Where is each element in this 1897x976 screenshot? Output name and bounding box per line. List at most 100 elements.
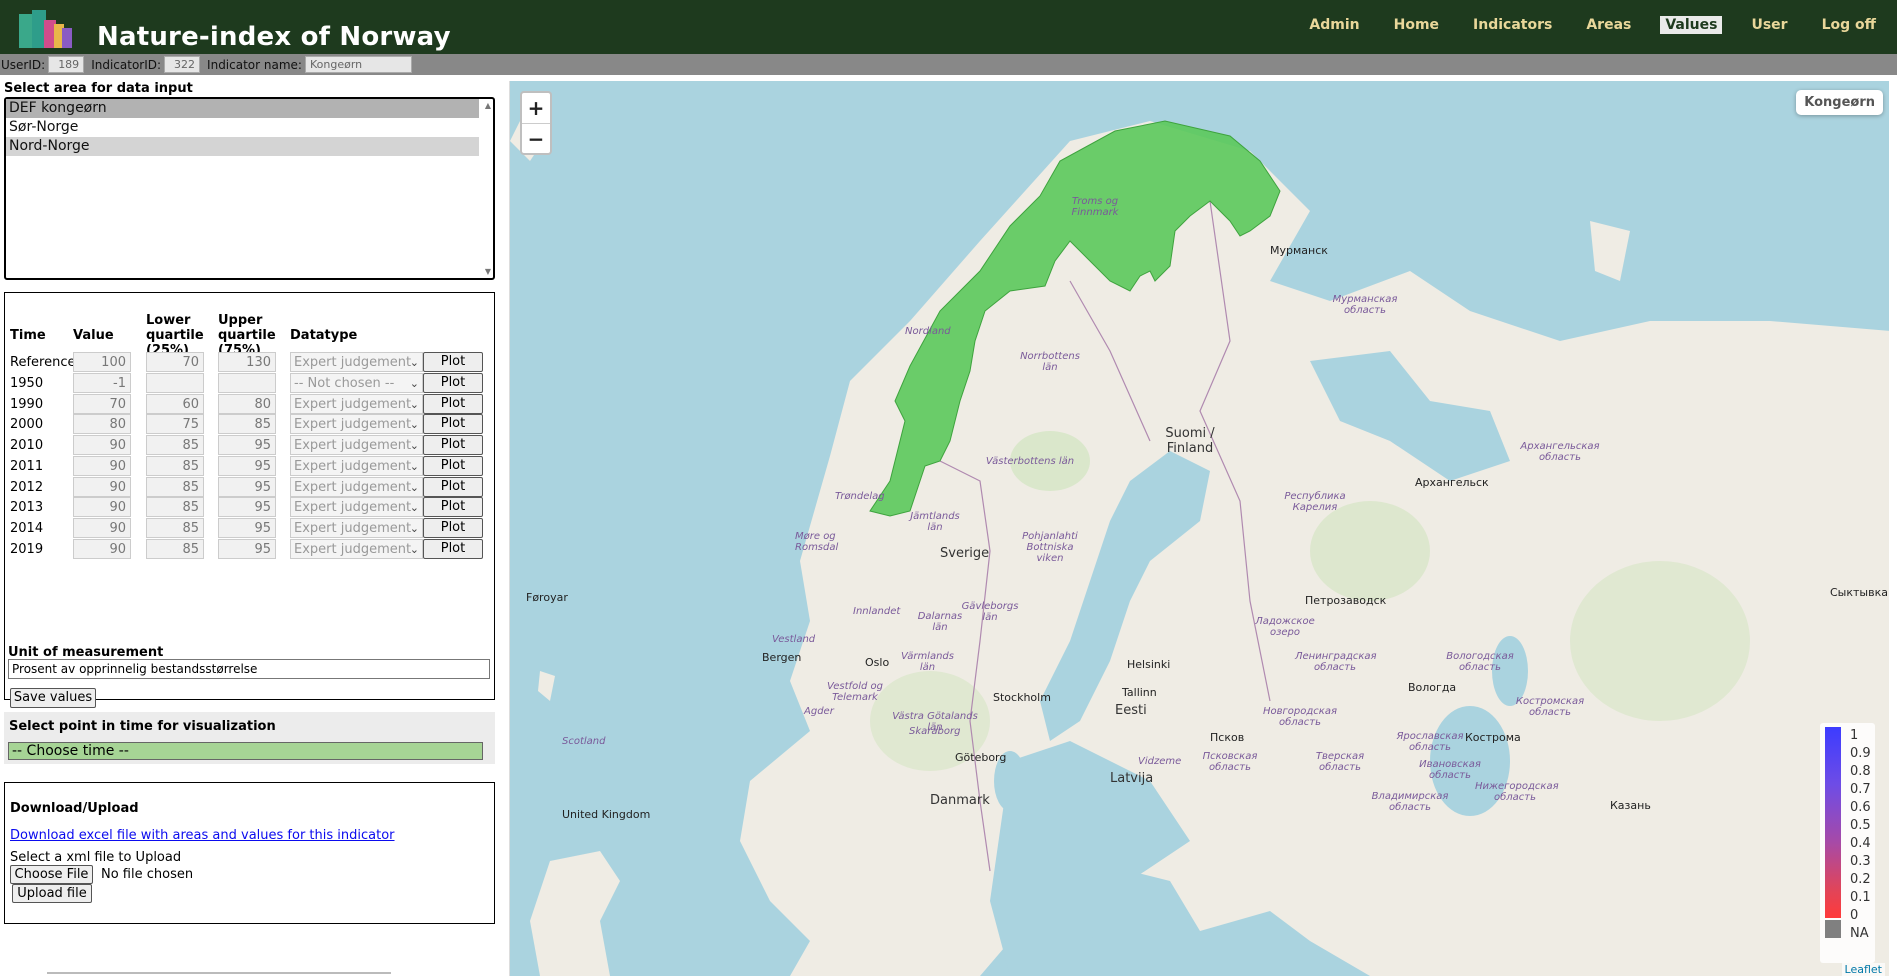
upper-quartile-input[interactable]: 95 [218,456,276,476]
map-label: Ивановская область [1419,759,1481,781]
datatype-select[interactable]: Expert judgement ⌄ [290,497,423,517]
map-label: Tallinn [1122,686,1157,699]
value-input[interactable]: 100 [73,352,131,372]
area-option[interactable]: Sør-Norge [6,118,479,137]
scroll-up-icon[interactable]: ▲ [485,101,491,110]
plot-button[interactable]: Plot [423,352,483,372]
lower-quartile-input[interactable]: 85 [146,477,204,497]
map-label: Мурманская область [1332,294,1398,316]
datatype-select[interactable]: -- Not chosen -- ⌄ [290,373,423,393]
lower-quartile-input[interactable]: 85 [146,435,204,455]
upload-file-button[interactable]: Upload file [12,884,92,903]
upper-quartile-input[interactable]: 95 [218,497,276,517]
nav-home[interactable]: Home [1389,16,1444,34]
lower-quartile-input[interactable]: 70 [146,352,204,372]
table-row: 2019 90 85 95 Expert judgement ⌄ Plot [5,539,494,560]
value-input[interactable]: 70 [73,394,131,414]
plot-button[interactable]: Plot [423,414,483,434]
value-input[interactable]: 90 [73,435,131,455]
datatype-select[interactable]: Expert judgement ⌄ [290,456,423,476]
area-listbox[interactable]: DEF kongeørn Sør-Norge Nord-Norge ▲ ▼ [4,97,495,280]
value-input[interactable]: 90 [73,477,131,497]
upper-quartile-input[interactable]: 95 [218,539,276,559]
plot-button[interactable]: Plot [423,539,483,559]
datatype-select[interactable]: Expert judgement ⌄ [290,435,423,455]
visualization-title: Select point in time for visualization [9,719,276,734]
lower-quartile-input[interactable]: 75 [146,414,204,434]
lower-quartile-input[interactable]: 85 [146,456,204,476]
upper-quartile-input[interactable]: 130 [218,352,276,372]
plot-button[interactable]: Plot [423,435,483,455]
lower-quartile-input[interactable]: 85 [146,518,204,538]
legend-label: 0.5 [1850,818,1871,833]
datatype-value: Expert judgement [294,397,412,412]
map-label: Псков [1210,731,1245,744]
datatype-select[interactable]: Expert judgement ⌄ [290,518,423,538]
lower-quartile-input[interactable]: 85 [146,539,204,559]
value-input[interactable]: 90 [73,456,131,476]
datatype-select[interactable]: Expert judgement ⌄ [290,414,423,434]
unit-input[interactable]: Prosent av opprinnelig bestandsstørrelse [8,659,490,679]
lower-quartile-input[interactable] [146,373,204,393]
nav-admin[interactable]: Admin [1304,16,1364,34]
value-input[interactable]: 90 [73,518,131,538]
datatype-select[interactable]: Expert judgement ⌄ [290,477,423,497]
value-input[interactable]: 90 [73,539,131,559]
lower-quartile-input[interactable]: 85 [146,497,204,517]
legend-label: 0.2 [1850,872,1871,887]
leaflet-attribution-link[interactable]: Leaflet [1841,963,1885,976]
map-label: Vestland [772,634,816,645]
plot-button[interactable]: Plot [423,456,483,476]
table-row: 2012 90 85 95 Expert judgement ⌄ Plot [5,477,494,498]
chevron-down-icon: ⌄ [409,439,419,452]
zoom-out-button[interactable]: − [522,123,550,153]
map-label: Псковская область [1202,751,1258,773]
value-input[interactable]: 80 [73,414,131,434]
zoom-in-button[interactable]: + [522,93,550,123]
nav-values[interactable]: Values [1660,16,1723,34]
choose-file-button[interactable]: Choose File [10,865,93,884]
island [1590,221,1630,281]
map[interactable]: + − Kongeørn Troms og Finnmark Nordland … [509,81,1889,976]
plot-button[interactable]: Plot [423,394,483,414]
save-values-button[interactable]: Save values [10,688,96,708]
datatype-select[interactable]: Expert judgement ⌄ [290,394,423,414]
map-label: Göteborg [955,751,1007,764]
upper-quartile-input[interactable]: 95 [218,435,276,455]
lower-quartile-input[interactable]: 60 [146,394,204,414]
upper-quartile-input[interactable]: 95 [218,477,276,497]
chevron-down-icon: ⌄ [409,377,419,390]
map-label: Казань [1610,799,1651,812]
indicator-id-field: 322 [164,56,201,73]
scroll-down-icon[interactable]: ▼ [485,267,491,276]
area-option[interactable]: Nord-Norge [6,137,479,156]
nav-user[interactable]: User [1746,16,1792,34]
datatype-select[interactable]: Expert judgement ⌄ [290,352,423,372]
map-tiles [510,120,1889,976]
plot-button[interactable]: Plot [423,497,483,517]
time-select[interactable]: -- Choose time -- [8,742,483,760]
nav-logoff[interactable]: Log off [1817,16,1881,34]
plot-button[interactable]: Plot [423,373,483,393]
legend-label: 0.8 [1850,764,1871,779]
upper-quartile-input[interactable]: 95 [218,518,276,538]
map-label: Ленинградская область [1295,651,1377,673]
plot-button[interactable]: Plot [423,477,483,497]
upper-quartile-input[interactable]: 80 [218,394,276,414]
value-input[interactable]: -1 [73,373,131,393]
table-row: 1950 -1 -- Not chosen -- ⌄ Plot [5,373,494,394]
datatype-select[interactable]: Expert judgement ⌄ [290,539,423,559]
area-option[interactable]: DEF kongeørn [6,99,479,118]
row-time: 2010 [10,438,44,453]
datatype-value: Expert judgement [294,542,412,557]
nav-indicators[interactable]: Indicators [1468,16,1557,34]
download-excel-link[interactable]: Download excel file with areas and value… [10,828,395,843]
plot-button[interactable]: Plot [423,518,483,538]
upper-quartile-input[interactable] [218,373,276,393]
upper-quartile-input[interactable]: 85 [218,414,276,434]
nav-areas[interactable]: Areas [1581,16,1636,34]
row-time: 2012 [10,480,44,495]
chevron-down-icon: ⌄ [409,481,419,494]
horizontal-scrollbar[interactable] [47,972,391,974]
value-input[interactable]: 90 [73,497,131,517]
